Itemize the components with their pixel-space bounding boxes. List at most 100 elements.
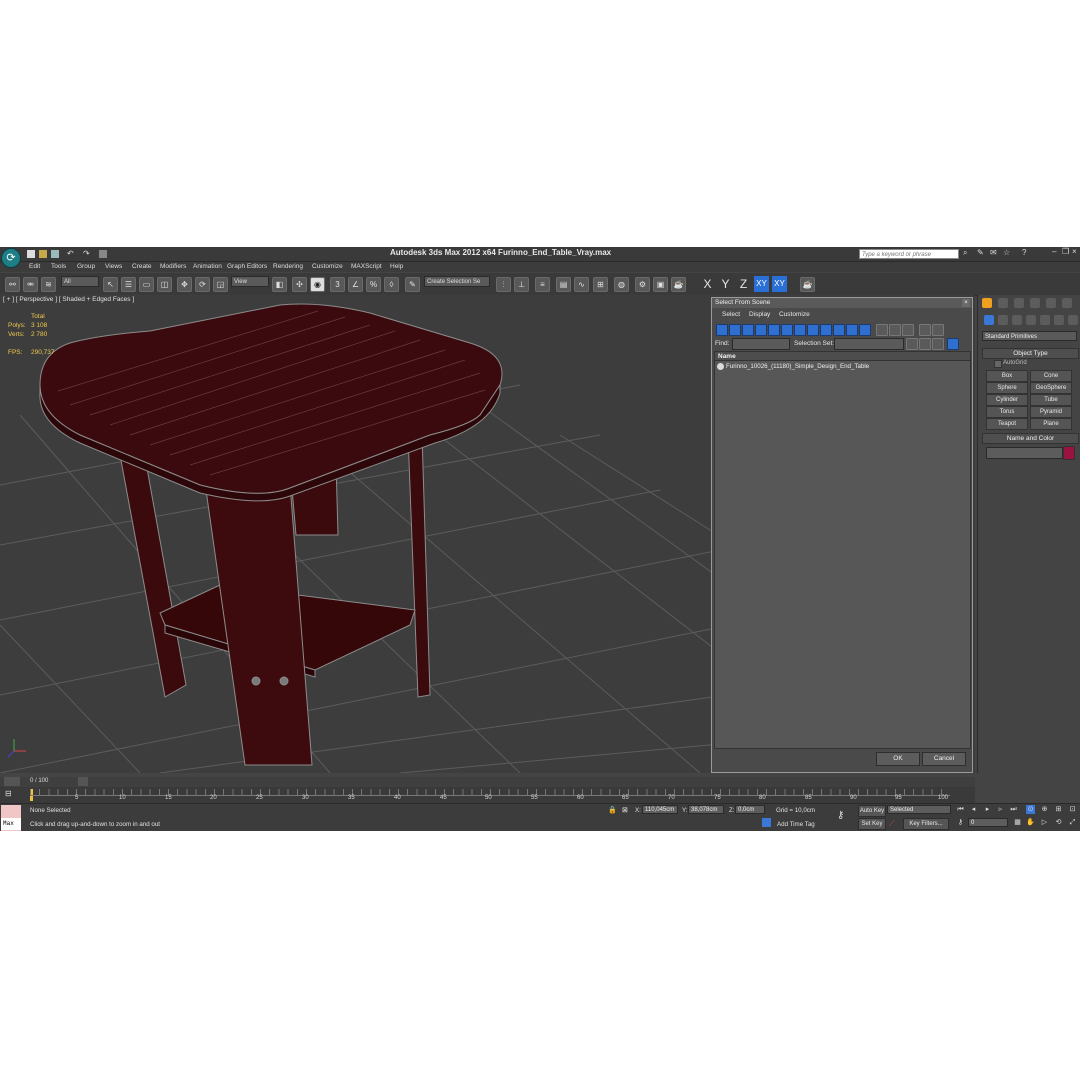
display-helpers-icon[interactable] [768, 324, 780, 336]
object-type-rollout[interactable]: Object Type [982, 348, 1079, 359]
restore-icon[interactable]: ❐ [1062, 247, 1069, 256]
go-to-end-icon[interactable]: ⏭ [1009, 805, 1018, 814]
primitive-type-dropdown[interactable]: Standard Primitives [982, 331, 1077, 341]
geosphere-button[interactable]: GeoSphere [1030, 382, 1072, 394]
menu-group[interactable]: Group [77, 263, 95, 270]
menu-views[interactable]: Views [105, 263, 122, 270]
set-keys-key-icon[interactable]: ⚷ [837, 810, 844, 821]
default-in-out-tangent-icon[interactable]: ⟋ [889, 819, 895, 829]
keyboard-shortcut-override-icon[interactable]: ◉ [310, 277, 325, 292]
render-setup-icon[interactable]: ⚙ [635, 277, 650, 292]
previous-frame-icon[interactable]: ◂ [969, 805, 978, 814]
menu-customize[interactable]: Customize [312, 263, 343, 270]
display-bones-icon[interactable] [820, 324, 832, 336]
display-cameras-icon[interactable] [755, 324, 767, 336]
menu-graph-editors[interactable]: Graph Editors [227, 263, 267, 270]
orbit-icon[interactable]: ⟲ [1054, 818, 1063, 827]
play-icon[interactable]: ▸ [983, 805, 992, 814]
tube-button[interactable]: Tube [1030, 394, 1072, 406]
x-coord-field[interactable]: 110,045cm [642, 805, 678, 814]
scale-icon[interactable]: ◲ [213, 277, 228, 292]
zoom-icon[interactable]: ⊕ [1040, 805, 1049, 814]
layer-manager-icon[interactable]: ≡ [535, 277, 550, 292]
search-input[interactable]: Type a keyword or phrase [859, 249, 959, 259]
y-coord-field[interactable]: 38,078cm [688, 805, 724, 814]
viewport-label-menu[interactable]: [ + ] [ Perspective ] [ Shaded + Edged F… [3, 296, 134, 303]
mirror-icon[interactable]: ⫶ [496, 277, 511, 292]
selection-filter-dropdown[interactable]: All [61, 276, 99, 287]
display-none-icon[interactable] [889, 324, 901, 336]
new-file-icon[interactable] [27, 250, 35, 258]
absolute-mode-icon[interactable]: ⊠ [622, 806, 628, 814]
window-crossing-icon[interactable]: ◫ [157, 277, 172, 292]
menu-tools[interactable]: Tools [51, 263, 66, 270]
pan-view-icon[interactable]: ✋ [1026, 818, 1035, 827]
teapot-render-icon[interactable]: ☕ [800, 277, 815, 292]
object-color-swatch[interactable] [1063, 446, 1075, 460]
next-frame-icon[interactable]: ▹ [996, 805, 1005, 814]
display-containers-icon[interactable] [833, 324, 845, 336]
save-file-icon[interactable] [51, 250, 59, 258]
object-name-input[interactable] [986, 447, 1063, 459]
menu-modifiers[interactable]: Modifiers [160, 263, 186, 270]
set-key-button[interactable]: Set Key [858, 818, 886, 830]
reference-coordinate-dropdown[interactable]: View [231, 276, 269, 287]
maxscript-mini-listener-input[interactable]: Max [1, 818, 21, 830]
link-icon[interactable]: ⚯ [5, 277, 20, 292]
display-all-icon[interactable] [876, 324, 888, 336]
select-all-icon[interactable] [906, 338, 918, 350]
display-tab-icon[interactable] [1046, 298, 1056, 308]
project-folder-icon[interactable] [99, 250, 107, 258]
display-geometry-icon[interactable] [716, 324, 728, 336]
filter-icon[interactable] [919, 324, 931, 336]
quick-access-toolbar[interactable]: ↶ ↷ [27, 249, 107, 259]
pyramid-button[interactable]: Pyramid [1030, 406, 1072, 418]
lights-category-icon[interactable] [1012, 315, 1022, 325]
spacewarps-category-icon[interactable] [1054, 315, 1064, 325]
display-frozen-icon[interactable] [846, 324, 858, 336]
hierarchy-tab-icon[interactable] [1014, 298, 1024, 308]
display-lights-icon[interactable] [742, 324, 754, 336]
helpers-category-icon[interactable] [1040, 315, 1050, 325]
redo-icon[interactable]: ↷ [83, 249, 90, 258]
dependents-icon[interactable] [947, 338, 959, 350]
display-xrefs-icon[interactable] [807, 324, 819, 336]
key-filters-button[interactable]: Key Filters... [903, 818, 949, 830]
z-coord-field[interactable]: 0,0cm [735, 805, 765, 814]
help-icon[interactable]: ? [1022, 248, 1026, 257]
add-time-tag-button[interactable]: Add Time Tag [777, 821, 815, 828]
open-file-icon[interactable] [39, 250, 47, 258]
named-selection-set-dropdown[interactable]: Create Selection Se [424, 276, 490, 287]
field-of-view-icon[interactable]: ▷ [1040, 818, 1049, 827]
subscription-icon[interactable]: ✎ [977, 248, 984, 257]
time-configuration-icon[interactable]: ▦ [1013, 818, 1022, 827]
time-tag-icon[interactable] [762, 818, 771, 827]
rect-region-icon[interactable]: ▭ [139, 277, 154, 292]
undo-icon[interactable]: ↶ [67, 249, 74, 258]
current-frame-field[interactable]: 0 [968, 818, 1008, 827]
auto-key-button[interactable]: Auto Key [858, 805, 886, 817]
cone-button[interactable]: Cone [1030, 370, 1072, 382]
plane-button[interactable]: Plane [1030, 418, 1072, 430]
time-slider-right-arrow[interactable] [78, 777, 88, 786]
dialog-menu-select[interactable]: Select [722, 311, 740, 318]
app-logo-icon[interactable]: ⟳ [1, 248, 21, 268]
schematic-view-icon[interactable]: ⊞ [593, 277, 608, 292]
dialog-close-icon[interactable]: × [962, 299, 970, 307]
select-icon[interactable]: ↖ [103, 277, 118, 292]
autogrid-checkbox[interactable] [994, 360, 1002, 368]
display-invert-icon[interactable] [902, 324, 914, 336]
go-to-start-icon[interactable]: ⏮ [956, 805, 965, 814]
search-icon[interactable]: ⌕ [963, 248, 967, 258]
selection-set-dropdown[interactable] [834, 338, 904, 350]
utilities-tab-icon[interactable] [1062, 298, 1072, 308]
favorites-icon[interactable]: ☆ [1003, 248, 1010, 257]
sync-selection-icon[interactable] [932, 324, 944, 336]
time-slider-frame-label[interactable]: 0 / 100 [30, 778, 48, 784]
select-none-icon[interactable] [919, 338, 931, 350]
minimize-icon[interactable]: – [1052, 247, 1056, 256]
cameras-category-icon[interactable] [1026, 315, 1036, 325]
unlink-icon[interactable]: ⚮ [23, 277, 38, 292]
render-production-icon[interactable]: ☕ [671, 277, 686, 292]
time-slider[interactable]: 0 / 100 [0, 777, 975, 787]
